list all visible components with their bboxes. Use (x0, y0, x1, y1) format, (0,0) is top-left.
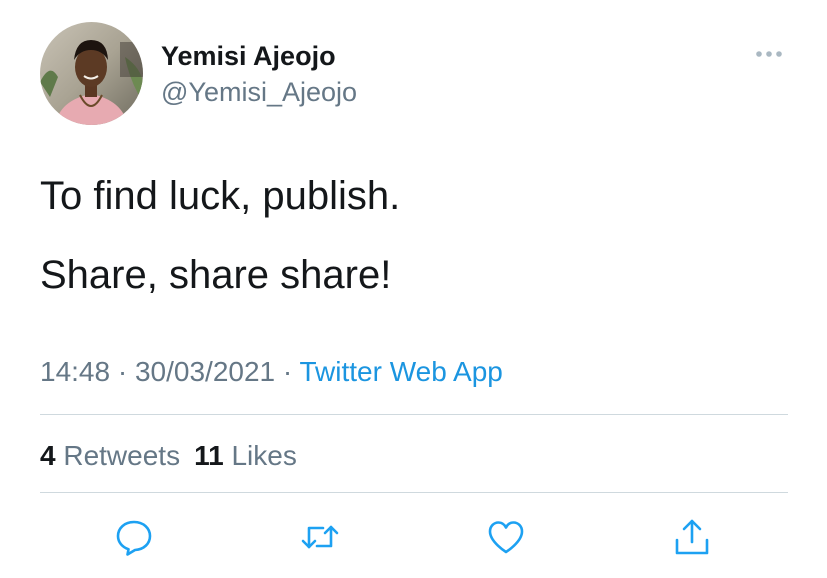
retweet-icon (301, 525, 339, 549)
likes-count: 11 (194, 440, 224, 471)
tweet-card: Yemisi Ajeojo @Yemisi_Ajeojo To find luc… (0, 0, 827, 578)
divider (40, 492, 788, 493)
retweets-stat[interactable]: 4 Retweets (40, 439, 180, 473)
like-button[interactable] (485, 516, 527, 558)
reply-bubble-icon (116, 520, 152, 556)
tweet-text-line: Share, share share! (40, 253, 392, 297)
tweet-text-line: To find luck, publish. (40, 174, 401, 218)
divider (40, 414, 788, 415)
share-upload-icon (675, 519, 709, 555)
tweet-stats: 4 Retweets 11 Likes (40, 439, 297, 473)
share-button[interactable] (671, 516, 713, 558)
meta-separator: · (275, 356, 300, 387)
more-horizontal-icon[interactable] (752, 44, 786, 64)
tweet-date[interactable]: 30/03/2021 (135, 356, 275, 387)
retweets-count: 4 (40, 440, 56, 471)
avatar[interactable] (40, 22, 143, 125)
avatar-photo (40, 22, 143, 125)
meta-separator: · (110, 356, 135, 387)
tweet-meta: 14:48 · 30/03/2021 · Twitter Web App (40, 355, 503, 389)
likes-label: Likes (231, 440, 297, 471)
tweet-source-link[interactable]: Twitter Web App (300, 356, 503, 387)
heart-icon (488, 521, 524, 554)
likes-stat[interactable]: 11 Likes (194, 439, 297, 473)
display-name[interactable]: Yemisi Ajeojo (161, 40, 336, 72)
retweets-label: Retweets (63, 440, 181, 471)
retweet-button[interactable] (299, 516, 341, 558)
user-handle[interactable]: @Yemisi_Ajeojo (161, 76, 357, 108)
tweet-time[interactable]: 14:48 (40, 356, 110, 387)
reply-button[interactable] (113, 516, 155, 558)
